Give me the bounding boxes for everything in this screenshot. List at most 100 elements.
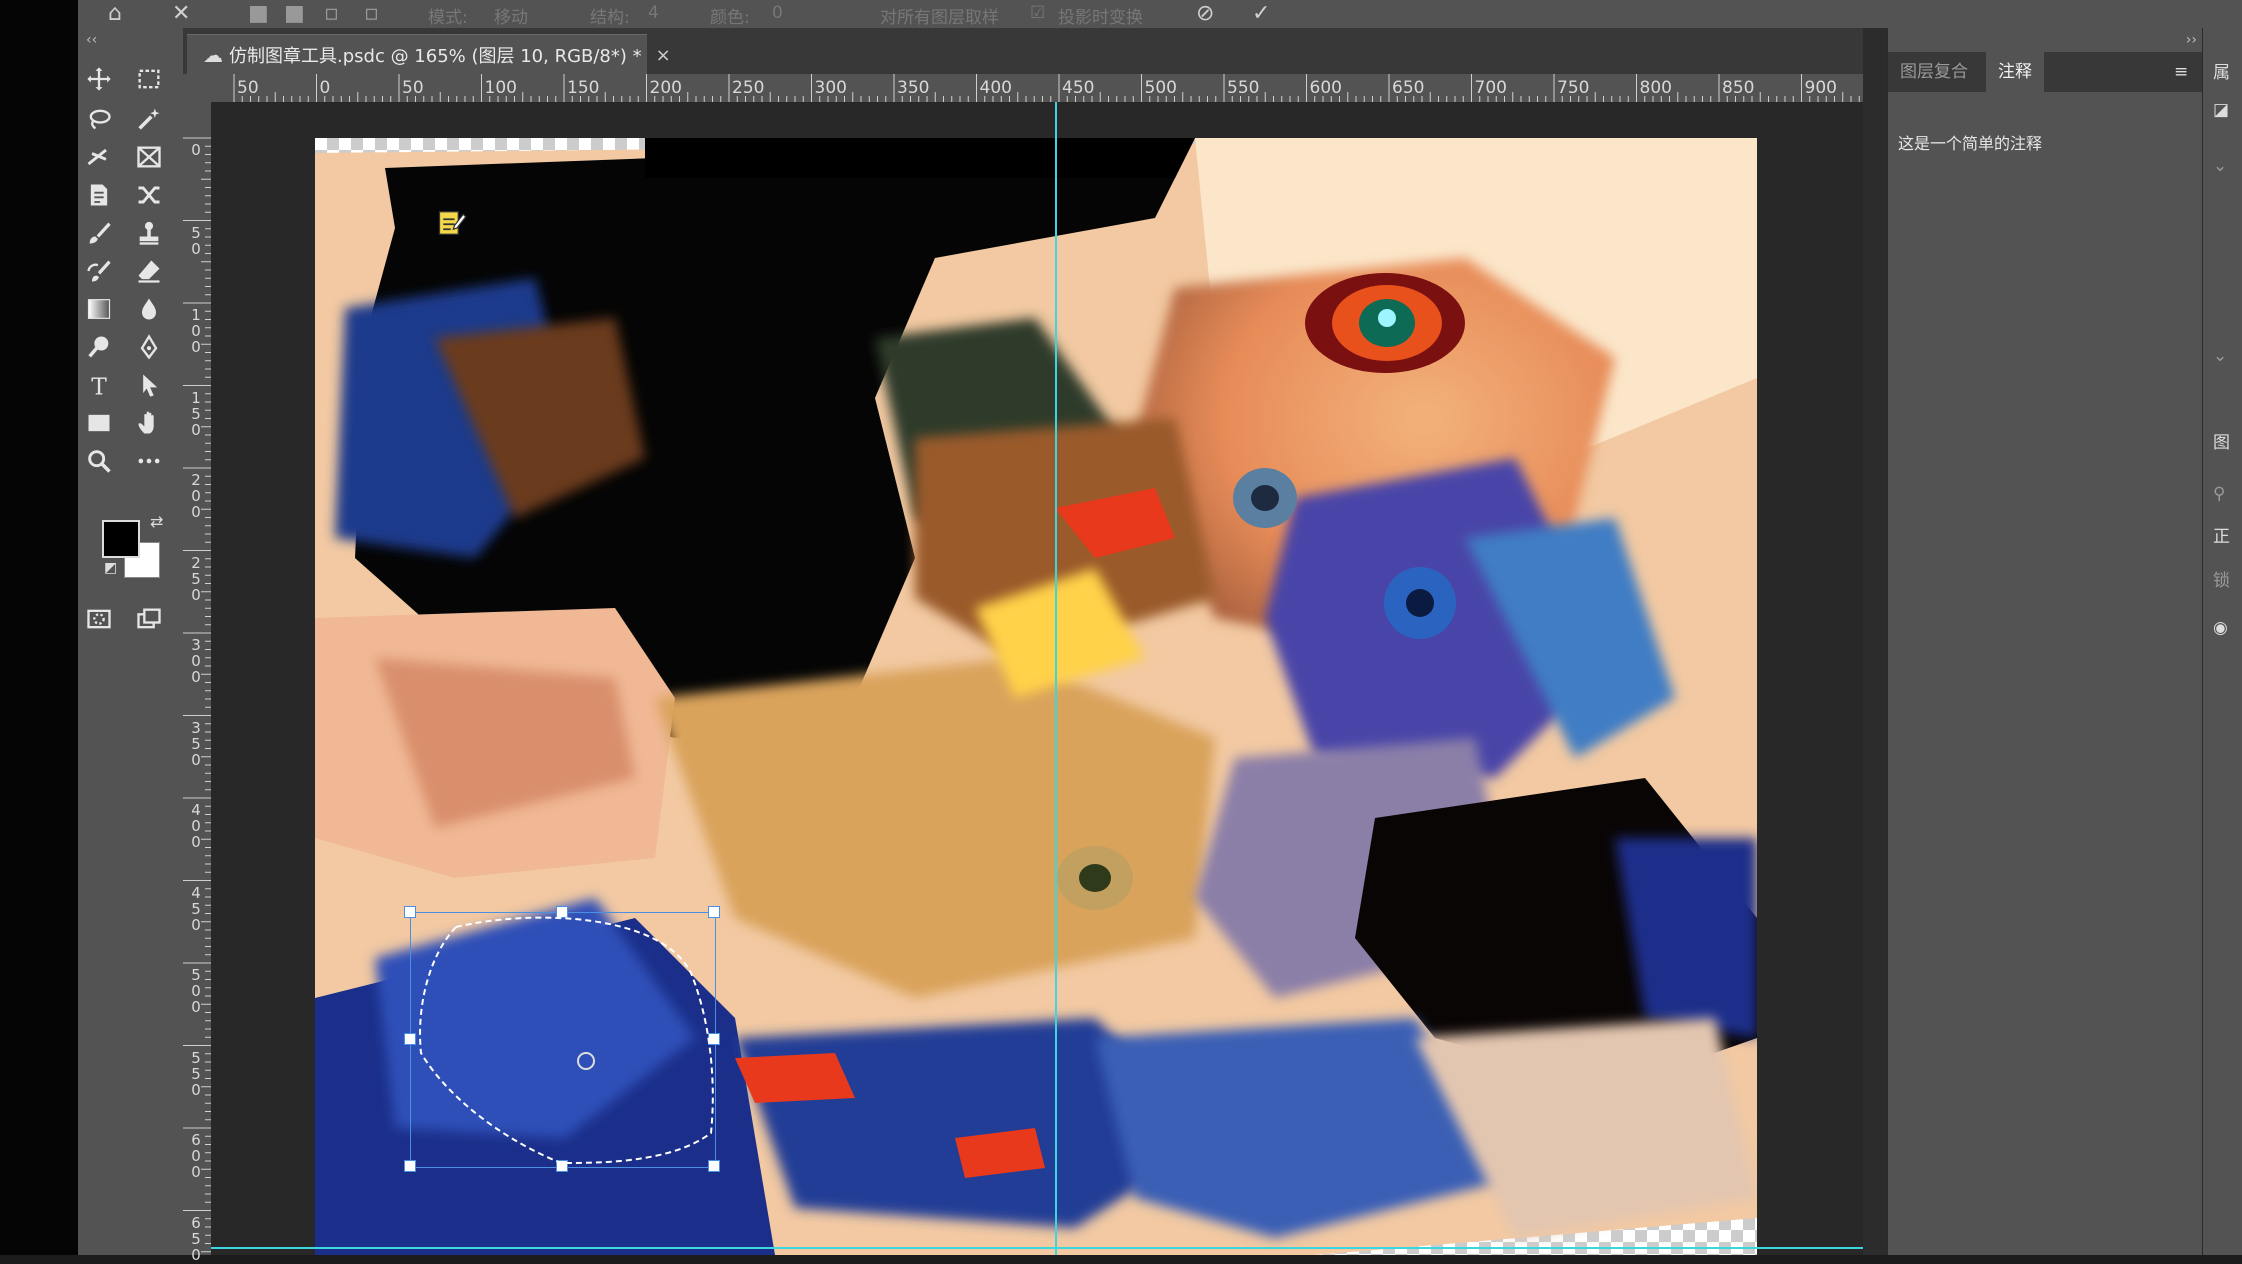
type-tool-icon[interactable]: T xyxy=(82,370,116,400)
blend-mode-select[interactable]: 正 xyxy=(2213,522,2230,547)
h-ruler-label: 50 xyxy=(402,78,424,98)
h-ruler-label: 200 xyxy=(649,78,682,98)
intersect-selection-icon[interactable]: ▫ xyxy=(364,1,379,26)
panel-collapse-icon[interactable]: ›› xyxy=(2186,32,2197,48)
panel-tabs: 图层复合 注释 ≡ xyxy=(1888,52,2203,92)
color-label: 颜色: xyxy=(710,8,750,28)
tab-notes[interactable]: 注释 xyxy=(1986,52,2044,92)
collapsed-panels: 属 ◪ ⌄ ⌄ 图 ⚲ 正 锁 ◉ xyxy=(2202,28,2242,1255)
more-tools-icon[interactable] xyxy=(132,446,166,476)
new-selection-icon[interactable]: ■ xyxy=(248,1,269,26)
structure-label: 结构: xyxy=(590,8,630,28)
checkbox-icon[interactable]: ☑ xyxy=(1030,3,1045,23)
v-ruler-label: 400 xyxy=(191,801,201,851)
options-bar: ⌂ ✕ ■ ■ ▫ ▫ 模式: 移动 结构: 4 颜色: 0 对所有图层取样 ☑… xyxy=(78,0,2242,29)
annotation-note-icon[interactable] xyxy=(437,208,467,238)
object-selection-tool-icon[interactable] xyxy=(82,142,116,172)
toolbar-collapse-icon[interactable]: ‹‹ xyxy=(86,32,97,48)
eye-icon[interactable]: ◉ xyxy=(2213,618,2228,638)
note-tool-icon[interactable] xyxy=(82,180,116,210)
v-ruler-label: 50 xyxy=(191,223,201,258)
default-colors-icon[interactable]: ◩ xyxy=(104,560,117,576)
move-tool-icon[interactable] xyxy=(82,64,116,94)
brush-tool-icon[interactable] xyxy=(82,218,116,248)
vertical-guide[interactable] xyxy=(1055,102,1057,1255)
v-ruler-label: 350 xyxy=(191,718,201,769)
document-canvas[interactable] xyxy=(315,138,1757,1255)
v-ruler-label: 450 xyxy=(191,883,201,934)
panel-divider[interactable] xyxy=(1863,28,1887,1255)
color-field[interactable]: 0 xyxy=(772,3,783,23)
canvas-area[interactable] xyxy=(211,102,1863,1255)
commit-icon[interactable]: ✓ xyxy=(1252,1,1270,26)
transform-bounding-box[interactable] xyxy=(404,906,720,1172)
note-text: 这是一个简单的注释 xyxy=(1898,134,2043,153)
h-ruler-label: 650 xyxy=(1392,78,1425,98)
rectangle-tool-icon[interactable] xyxy=(82,408,116,438)
notes-text-area[interactable]: 这是一个简单的注释 xyxy=(1894,124,2190,1244)
zoom-tool-icon[interactable] xyxy=(82,446,116,476)
search-icon[interactable]: ⚲ xyxy=(2213,484,2225,504)
properties-panel-icon[interactable]: ◪ xyxy=(2213,100,2229,120)
magic-wand-tool-icon[interactable] xyxy=(132,104,166,134)
cloud-document-icon: ☁ xyxy=(203,43,223,67)
v-ruler-label: 300 xyxy=(191,636,201,686)
quick-mask-icon[interactable] xyxy=(82,604,116,634)
horizontal-ruler[interactable]: 50 0 50 100 150 200 250 300 350 400 450 500 550 600 65… xyxy=(207,74,1863,103)
blur-tool-icon[interactable] xyxy=(132,294,166,324)
swap-colors-icon[interactable]: ⇄ xyxy=(150,512,163,531)
healing-tool-icon[interactable] xyxy=(132,180,166,210)
lasso-tool-icon[interactable] xyxy=(82,104,116,134)
frame-tool-icon[interactable] xyxy=(132,142,166,172)
mode-label: 模式: xyxy=(428,8,468,28)
horizontal-guide[interactable] xyxy=(211,1247,1863,1249)
document-tab[interactable]: ☁ 仿制图章工具.psdc @ 165% (图层 10, RGB/8*) * × xyxy=(187,34,671,75)
v-ruler-label: 150 xyxy=(191,388,201,439)
v-ruler-label: 200 xyxy=(191,471,201,521)
v-ruler-label: 500 xyxy=(191,966,201,1016)
h-ruler-label: 750 xyxy=(1557,78,1590,98)
hand-tool-icon[interactable] xyxy=(132,408,166,438)
chevron-down-icon[interactable]: ⌄ xyxy=(2213,346,2227,366)
dodge-tool-icon[interactable] xyxy=(82,332,116,362)
v-ruler-label: 550 xyxy=(191,1048,201,1099)
structure-field[interactable]: 4 xyxy=(648,3,659,23)
lock-label: 锁 xyxy=(2213,571,2230,591)
path-selection-tool-icon[interactable] xyxy=(132,370,166,400)
sample-all-layers-checkbox[interactable]: 对所有图层取样 xyxy=(880,3,999,28)
v-ruler-label: 0 xyxy=(191,141,201,159)
chevron-down-icon[interactable]: ⌄ xyxy=(2213,156,2227,176)
h-ruler-label: 250 xyxy=(732,78,765,98)
marquee-tool-icon[interactable] xyxy=(132,64,166,94)
h-ruler-label: 850 xyxy=(1722,78,1755,98)
gradient-tool-icon[interactable] xyxy=(82,294,116,324)
panel-menu-icon[interactable]: ≡ xyxy=(2174,52,2188,92)
h-ruler-label: 150 xyxy=(567,78,600,98)
h-ruler-label: 500 xyxy=(1144,78,1177,98)
h-ruler-label: 900 xyxy=(1804,78,1837,98)
horizontal-ruler-ticks xyxy=(233,74,1860,102)
foreground-color-swatch[interactable] xyxy=(102,520,140,558)
h-ruler-label: 600 xyxy=(1309,78,1342,98)
vertical-ruler[interactable]: 0 50 100 150 200 250 300 350 400 450 500 550 600 650 xyxy=(183,102,212,1263)
history-brush-tool-icon[interactable] xyxy=(82,256,116,286)
notes-panel: ›› 图层复合 注释 ≡ 这是一个简单的注释 xyxy=(1887,28,2203,1255)
pen-tool-icon[interactable] xyxy=(132,332,166,362)
home-icon[interactable]: ⌂ xyxy=(108,1,122,26)
close-tab-icon[interactable]: × xyxy=(656,45,671,66)
h-ruler-label: 800 xyxy=(1639,78,1672,98)
mode-select[interactable]: 移动 xyxy=(494,3,528,28)
screen-mode-icon[interactable] xyxy=(132,604,166,634)
h-ruler-label: 100 xyxy=(484,78,517,98)
v-ruler-label: 100 xyxy=(191,306,201,356)
eraser-tool-icon[interactable] xyxy=(132,256,166,286)
cancel-icon[interactable]: ⊘ xyxy=(1196,1,1214,26)
subtract-selection-icon[interactable]: ▫ xyxy=(324,1,339,26)
add-selection-icon[interactable]: ■ xyxy=(284,1,305,26)
svg-text:T: T xyxy=(91,372,107,399)
clone-stamp-tool-icon[interactable] xyxy=(132,218,166,248)
tool-preset-icon[interactable]: ✕ xyxy=(172,1,190,26)
tab-layer-comps[interactable]: 图层复合 xyxy=(1888,52,1980,92)
properties-panel-label[interactable]: 属 xyxy=(2213,58,2230,83)
layers-panel-label[interactable]: 图 xyxy=(2213,428,2230,453)
